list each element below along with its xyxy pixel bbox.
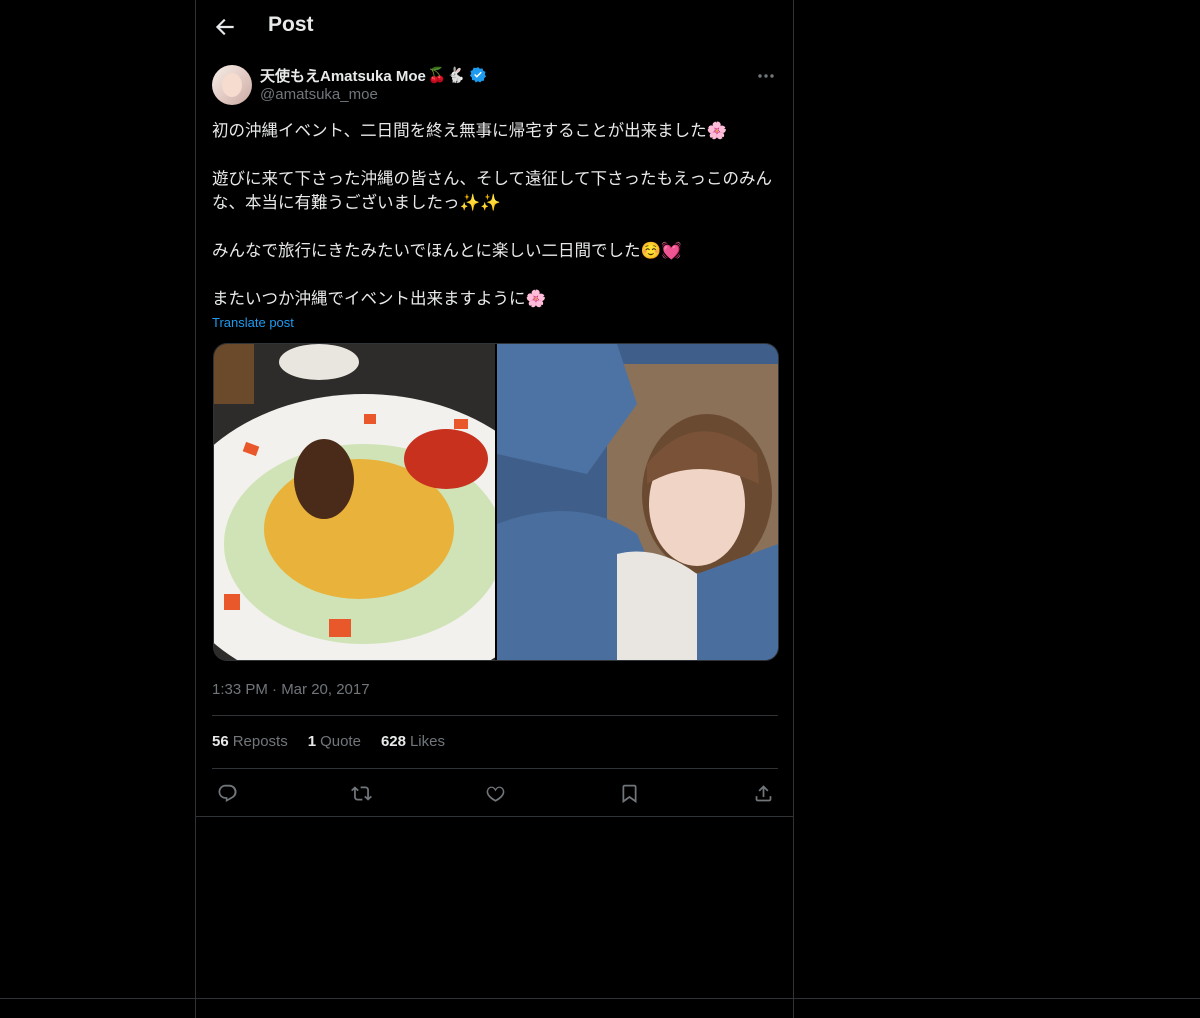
page-bottom-divider [0,998,1200,999]
quotes-label: Quote [320,733,361,750]
quotes-stat[interactable]: 1 Quote [308,733,361,750]
name-row: 天使もえAmatsuka Moe 🍒🐇 [260,65,487,85]
author-name-emojis: 🍒🐇 [427,67,466,84]
reposts-label: Reposts [232,733,288,750]
header: Post [196,0,794,54]
bookmark-button[interactable] [614,778,644,808]
bookmark-icon [622,784,636,803]
post-column: Post 天使もえAmatsuka Moe 🍒🐇 @amatsuka_moe 初… [195,0,794,1018]
divider [212,715,778,716]
back-arrow-icon[interactable] [212,14,238,40]
page-title: Post [268,13,314,36]
photo-selfie[interactable] [497,344,778,660]
author-name[interactable]: 天使もえAmatsuka Moe [260,65,426,86]
more-icon[interactable] [754,64,778,88]
reply-button[interactable] [212,778,242,808]
likes-stat[interactable]: 628 Likes [381,733,445,750]
action-bar [212,778,778,808]
selfie-illustration [497,344,778,660]
author-handle[interactable]: @amatsuka_moe [260,86,378,103]
stats-row: 56 Reposts 1 Quote 628 Likes [212,733,445,750]
post-bottom-divider [196,816,794,817]
taco-rice-illustration [214,344,495,660]
divider [212,768,778,769]
reposts-count: 56 [212,733,229,750]
likes-count: 628 [380,733,406,750]
reposts-stat[interactable]: 56 Reposts [212,733,288,750]
photo-taco-rice[interactable] [214,344,495,660]
like-icon [486,786,504,802]
quotes-count: 1 [307,733,317,750]
share-icon [755,784,771,801]
likes-label: Likes [409,733,445,750]
share-button[interactable] [748,778,778,808]
avatar[interactable] [212,65,252,105]
like-button[interactable] [480,778,510,808]
media-grid [213,343,779,661]
tweet-text: 初の沖縄イベント、二日間を終え無事に帰宅することが出来ました🌸 遊びに来て下さっ… [212,121,773,308]
author-row: 天使もえAmatsuka Moe 🍒🐇 @amatsuka_moe [212,64,778,108]
repost-button[interactable] [346,778,376,808]
verified-icon[interactable] [469,66,487,84]
translate-link[interactable]: Translate post [212,315,294,330]
reply-icon [218,784,237,802]
repost-icon [350,785,372,801]
post-timestamp[interactable]: 1:33 PM · Mar 20, 2017 [212,681,370,698]
